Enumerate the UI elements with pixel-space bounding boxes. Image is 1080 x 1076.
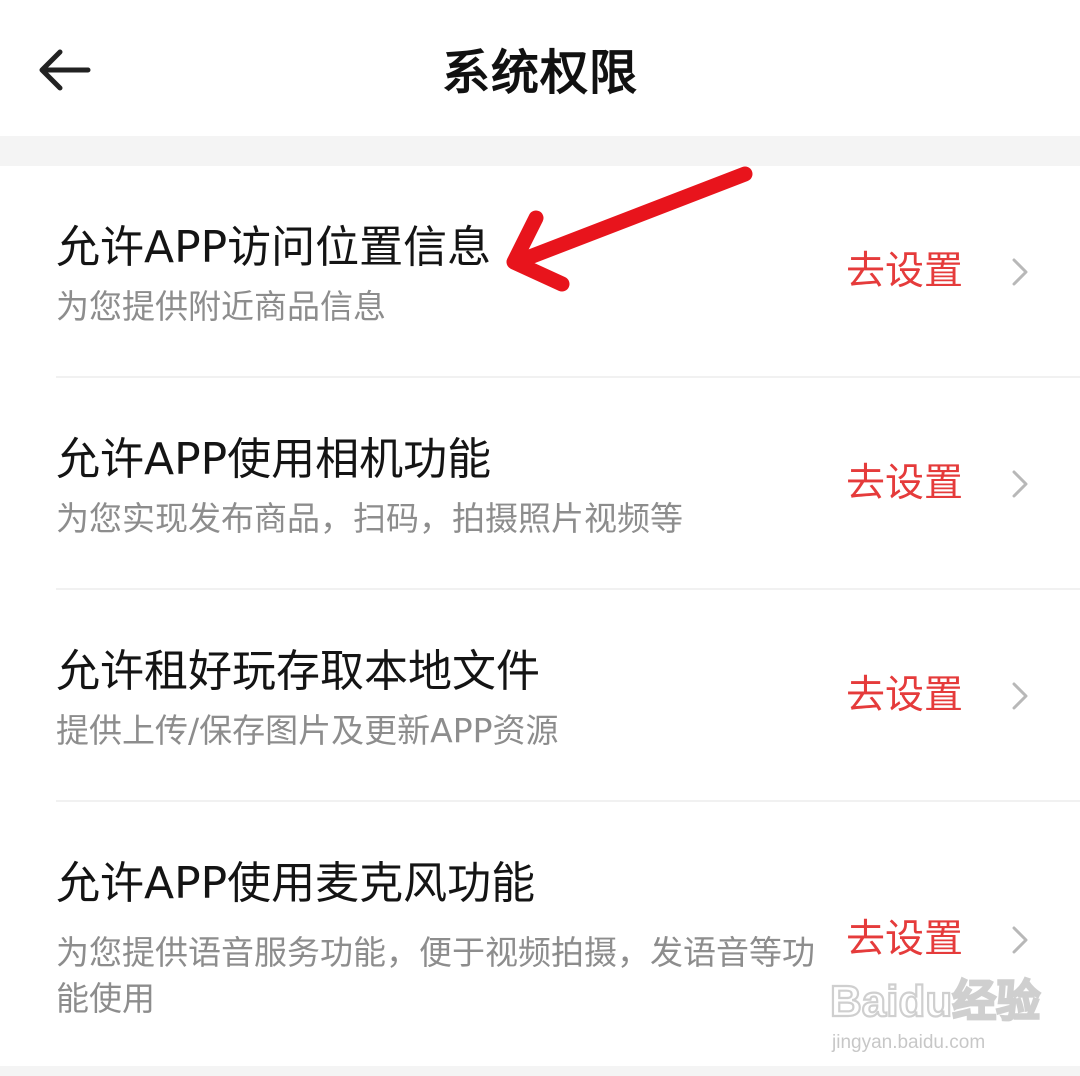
permission-title: 允许APP使用麦克风功能 [56,858,536,909]
chevron-right-icon [1012,470,1028,498]
permission-title: 允许APP访问位置信息 [56,222,492,273]
permission-title: 允许租好玩存取本地文件 [56,646,540,697]
bottom-divider [0,1066,1080,1076]
permission-description: 为您实现发布商品，扫码，拍摄照片视频等 [56,499,683,538]
permission-description: 提供上传/保存图片及更新APP资源 [56,711,559,750]
go-settings-button[interactable]: 去设置 [846,456,963,512]
permission-list: 允许APP访问位置信息 为您提供附近商品信息 去设置 允许APP使用相机功能 为… [0,166,1080,1066]
permission-row-storage[interactable]: 允许租好玩存取本地文件 提供上传/保存图片及更新APP资源 去设置 [0,590,1080,802]
page-title: 系统权限 [441,45,638,101]
baidu-watermark-logo: Baidu经验 jingyan.baidu.com [829,976,1041,1053]
header-bar: 系统权限 [0,0,1080,136]
go-settings-button[interactable]: 去设置 [846,668,963,724]
permission-description: 为您提供语音服务功能，便于视频拍摄，发语音等功能使用 [56,933,815,1018]
permission-title: 允许APP使用相机功能 [56,434,492,485]
chevron-right-icon [1012,926,1028,954]
chevron-right-icon [1012,258,1028,286]
permission-row-camera[interactable]: 允许APP使用相机功能 为您实现发布商品，扫码，拍摄照片视频等 去设置 [0,378,1080,590]
annotation-arrow-icon [506,166,753,292]
watermark-url: jingyan.baidu.com [831,1032,985,1053]
chevron-right-icon [1012,682,1028,710]
go-settings-button[interactable]: 去设置 [846,244,963,300]
watermark-brand: Baidu经验 [830,977,1040,1026]
